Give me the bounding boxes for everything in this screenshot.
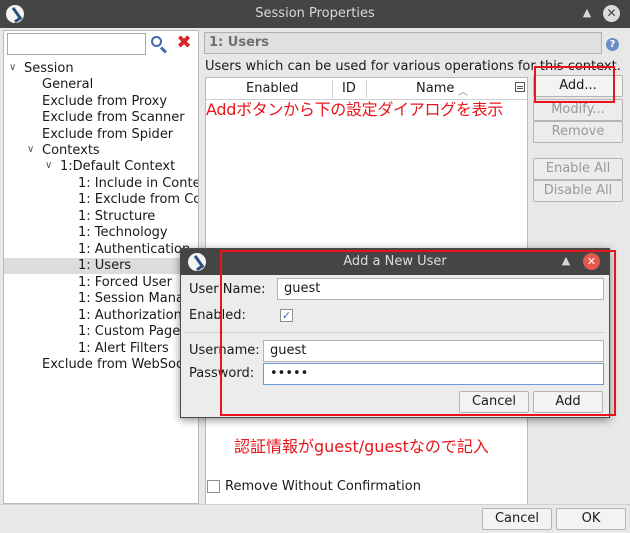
tree-node-exclude-proxy[interactable]: Exclude from Proxy <box>42 94 167 110</box>
remove-without-confirmation-label: Remove Without Confirmation <box>225 479 421 494</box>
dialog-highlight <box>220 250 616 416</box>
close-icon[interactable]: ✕ <box>603 5 620 22</box>
add-button-highlight <box>534 66 615 103</box>
annotation-top: Addボタンから下の設定ダイアログを表示 <box>206 100 503 119</box>
left-pane: ✖ ∨ Session General Exclude from Proxy E… <box>3 30 199 504</box>
tree-filter-input[interactable] <box>7 33 146 55</box>
tree-node-contexts[interactable]: Contexts <box>42 143 100 159</box>
column-id[interactable]: ID <box>342 81 356 96</box>
cancel-button[interactable]: Cancel <box>482 508 552 530</box>
tree-node-structure[interactable]: 1: Structure <box>78 209 155 225</box>
tree-node-exclude-spider[interactable]: Exclude from Spider <box>42 127 173 143</box>
tree-node-default-context[interactable]: 1:Default Context <box>60 159 175 175</box>
tree-node-include[interactable]: 1: Include in Context <box>78 176 198 192</box>
panel-title: 1: Users <box>204 32 602 54</box>
tree-node-technology[interactable]: 1: Technology <box>78 225 168 241</box>
tree-node-forced-user[interactable]: 1: Forced User <box>78 275 172 291</box>
tree-node-session[interactable]: Session <box>24 61 74 77</box>
disable-all-button[interactable]: Disable All <box>533 180 623 202</box>
tree-node-authentication[interactable]: 1: Authentication <box>78 242 190 258</box>
window-titlebar: Session Properties ▲ ✕ <box>0 0 630 28</box>
window-title: Session Properties <box>255 6 375 21</box>
tree-node-authorization[interactable]: 1: Authorization <box>78 308 182 324</box>
collapse-contexts-icon[interactable]: ∨ <box>27 144 34 155</box>
remove-user-button[interactable]: Remove <box>533 121 623 143</box>
enable-all-button[interactable]: Enable All <box>533 158 623 180</box>
column-name[interactable]: Name <box>416 81 454 96</box>
collapse-session-icon[interactable]: ∨ <box>9 62 16 73</box>
tree-node-exclude-websockets[interactable]: Exclude from WebSockets <box>42 357 198 373</box>
tree-node-users[interactable]: 1: Users <box>4 258 198 274</box>
column-chooser-icon[interactable] <box>515 82 525 92</box>
remove-without-confirmation-checkbox[interactable] <box>207 480 220 493</box>
session-tree: ∨ Session General Exclude from Proxy Exc… <box>4 58 198 498</box>
tree-node-exclude-scanner[interactable]: Exclude from Scanner <box>42 110 185 126</box>
minimize-icon[interactable]: ▲ <box>580 6 594 20</box>
tree-node-alert-filters[interactable]: 1: Alert Filters <box>78 341 169 357</box>
search-icon[interactable] <box>149 34 169 54</box>
footer-divider <box>0 504 630 505</box>
collapse-default-context-icon[interactable]: ∨ <box>45 160 52 171</box>
clear-filter-icon[interactable]: ✖ <box>174 33 194 53</box>
tree-node-exclude[interactable]: 1: Exclude from Context <box>78 192 198 208</box>
tree-node-general[interactable]: General <box>42 77 93 93</box>
column-enabled[interactable]: Enabled <box>246 81 299 96</box>
help-icon[interactable]: ? <box>606 38 619 51</box>
annotation-bottom: 認証情報がguest/guestなので記入 <box>234 437 489 456</box>
ok-button[interactable]: OK <box>556 508 626 530</box>
tree-node-custom-page[interactable]: 1: Custom Page <box>78 324 180 340</box>
